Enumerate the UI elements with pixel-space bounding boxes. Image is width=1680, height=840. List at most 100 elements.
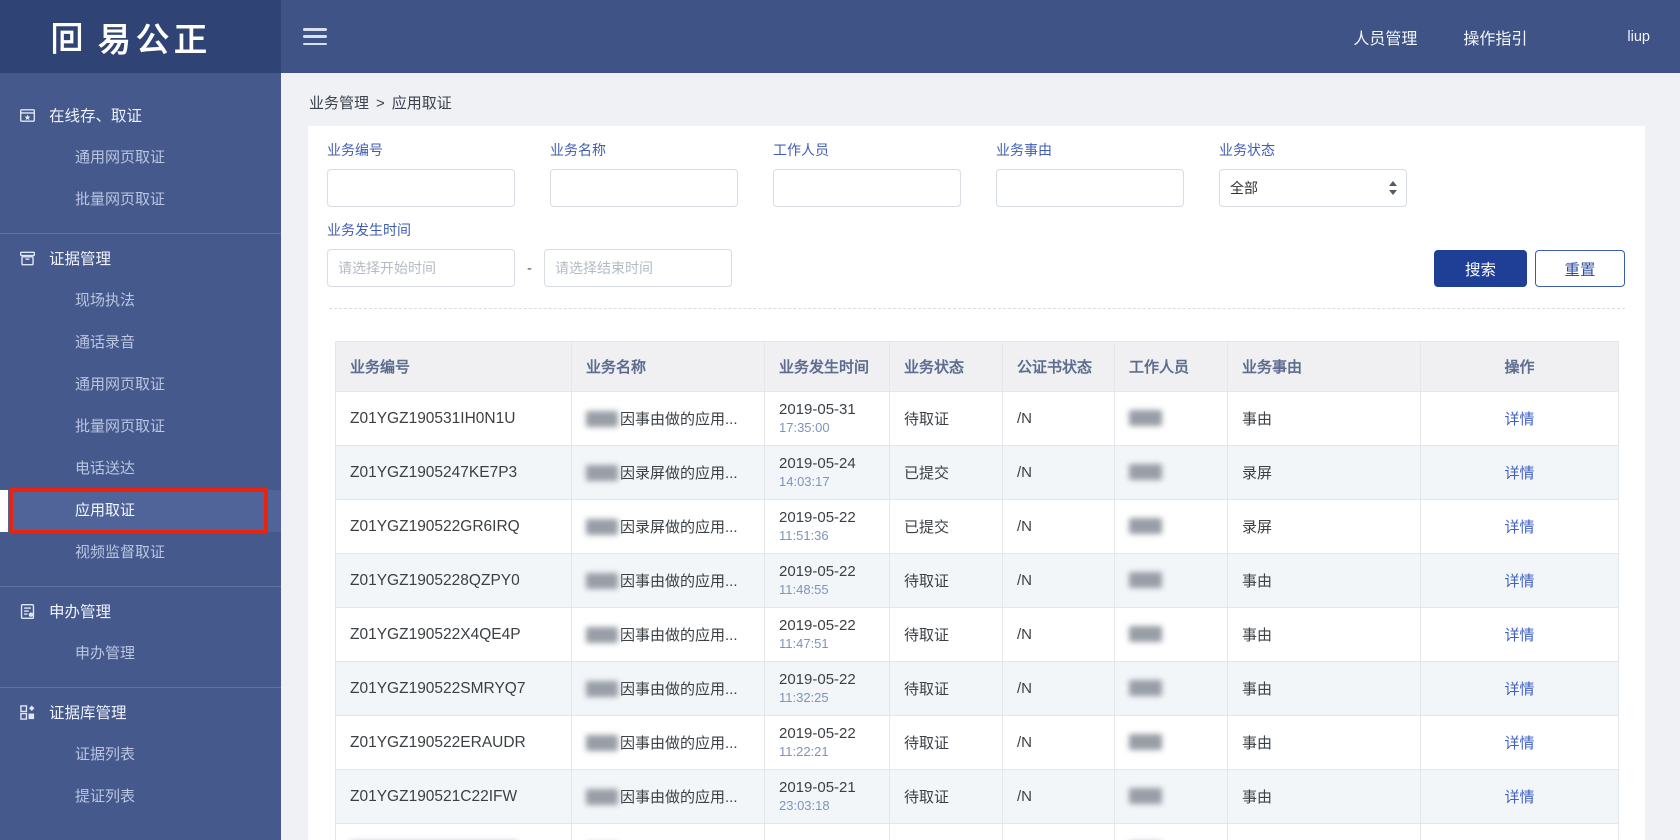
cell-status: 待取证: [889, 553, 1003, 608]
cell-actions: 详情: [1420, 661, 1619, 716]
col-status: 业务状态: [889, 341, 1003, 392]
cell-business-name: 因录屏做的应用...: [571, 445, 765, 500]
document-user-icon: [20, 603, 35, 619]
select-stepper-icon: [1389, 181, 1398, 195]
cell-status: 待取证: [889, 661, 1003, 716]
business-name-input[interactable]: [550, 169, 738, 207]
menu-toggle-icon[interactable]: [303, 28, 327, 45]
staff-input[interactable]: [773, 169, 961, 207]
sidebar-item-onsite-enforcement[interactable]: 现场执法: [0, 280, 281, 322]
cell-actions: 详情: [1420, 607, 1619, 662]
sidebar-item-call-recording[interactable]: 通话录音: [0, 322, 281, 364]
sidebar-section-evidence-header[interactable]: 证据管理: [0, 236, 281, 280]
cell-business-id: Z01YGZ1905228QZPY0: [335, 553, 572, 608]
username[interactable]: liup: [1627, 29, 1650, 45]
redacted-name: [586, 627, 618, 643]
sidebar-section-repository-header[interactable]: 证据库管理: [0, 690, 281, 734]
logo: 易公正: [0, 0, 281, 73]
field-label-status: 业务状态: [1219, 142, 1275, 158]
archive-box-icon: [20, 251, 35, 265]
date-end-input[interactable]: [544, 249, 732, 287]
table-row: Z01YGZ190522GR6IRQ 因录屏做的应用... 2019-05-22…: [335, 499, 1619, 554]
redacted-name: [586, 519, 618, 535]
sidebar-section-repository: 证据库管理 证据列表 提证列表: [0, 687, 281, 830]
field-label-business-name: 业务名称: [550, 142, 606, 158]
cell-staff: [1114, 823, 1228, 840]
redacted-staff: [1129, 572, 1162, 588]
sidebar-section-application-header[interactable]: 申办管理: [0, 589, 281, 633]
redacted-staff: [1129, 734, 1162, 750]
cell-business-id: Z01YGZ190522SMRYQ7: [335, 661, 572, 716]
cell-staff: [1114, 715, 1228, 770]
cell-actions: 详情: [1420, 499, 1619, 554]
cell-reason: 事由: [1227, 661, 1421, 716]
reason-input[interactable]: [996, 169, 1184, 207]
sidebar-item-extraction-list[interactable]: 提证列表: [0, 776, 281, 818]
table-row: Z01YGZ190522ERAUDR 因事由做的应用... 2019-05-22…: [335, 715, 1619, 770]
detail-link[interactable]: 详情: [1504, 789, 1534, 806]
col-reason: 业务事由: [1227, 341, 1421, 392]
nav-personnel[interactable]: 人员管理: [1353, 25, 1417, 49]
cell-business-name: 因事由做的应用...: [571, 391, 765, 446]
cell-staff: [1114, 661, 1228, 716]
sidebar-item-video-supervision[interactable]: 视频监督取证: [0, 532, 281, 574]
detail-link[interactable]: 详情: [1504, 735, 1534, 752]
sidebar-section-online-header[interactable]: 在线存、取证: [0, 93, 281, 137]
cell-business-name: 因录屏做的应用...: [571, 499, 765, 554]
cell-actions: 详情: [1420, 769, 1619, 824]
table-row: Z01YGZ1905247KE7P3 因录屏做的应用... 2019-05-24…: [335, 445, 1619, 500]
detail-link[interactable]: 详情: [1504, 519, 1534, 536]
cell-staff: [1114, 445, 1228, 500]
cell-business-name: 因事由做的应用...: [571, 607, 765, 662]
cell-date: 2019-05-31 17:35:00: [764, 391, 890, 446]
redacted-staff: [1129, 626, 1162, 642]
cell-status: 待取证: [889, 769, 1003, 824]
reset-button[interactable]: 重置: [1535, 250, 1625, 287]
cell-business-id: Z01YGZ190521C22IFW: [335, 769, 572, 824]
redacted-name: [586, 573, 618, 589]
results-table: 业务编号 业务名称 业务发生时间 业务状态 公证书状态 工作人员 业务事由 操作: [335, 341, 1619, 840]
app-window: 易公正 人员管理 操作指引 liup 在线存、取证 通用网页取证 批量网页取证: [0, 0, 1680, 840]
red-annotation-box: [9, 488, 268, 534]
detail-link[interactable]: 详情: [1504, 573, 1534, 590]
detail-link[interactable]: 详情: [1504, 465, 1534, 482]
cell-cert-status: /N: [1002, 607, 1115, 662]
topbar: 易公正 人员管理 操作指引 liup: [0, 0, 1680, 73]
search-button[interactable]: 搜索: [1434, 250, 1527, 287]
breadcrumb-section[interactable]: 业务管理: [309, 95, 369, 112]
business-id-input[interactable]: [327, 169, 515, 207]
date-start-input[interactable]: [327, 249, 515, 287]
sidebar-section-label: 在线存、取证: [49, 108, 143, 125]
redacted-name: [586, 465, 618, 481]
status-select[interactable]: 全部: [1219, 169, 1407, 207]
sidebar-item-general-web[interactable]: 通用网页取证: [0, 137, 281, 179]
cell-actions: 详情: [1420, 715, 1619, 770]
detail-link[interactable]: 详情: [1504, 627, 1534, 644]
sidebar-item-batch-web-evidence[interactable]: 批量网页取证: [0, 406, 281, 448]
cell-reason: 事由: [1227, 391, 1421, 446]
detail-link[interactable]: 详情: [1504, 411, 1534, 428]
table-row: Z01YGZ190531IH0N1U 因事由做的应用... 2019-05-31…: [335, 391, 1619, 446]
logo-text: 易公正: [98, 20, 212, 58]
cell-staff: [1114, 499, 1228, 554]
sidebar-item-phone-delivery[interactable]: 电话送达: [0, 448, 281, 490]
table-header-row: 业务编号 业务名称 业务发生时间 业务状态 公证书状态 工作人员 业务事由 操作: [335, 341, 1619, 392]
sidebar-item-application-mgmt[interactable]: 申办管理: [0, 633, 281, 675]
field-label-staff: 工作人员: [773, 142, 829, 158]
cell-reason: 事由: [1227, 715, 1421, 770]
sidebar-section-evidence: 证据管理 现场执法 通话录音 通用网页取证 批量网页取证 电话送达 应用取证 视…: [0, 233, 281, 586]
breadcrumb-separator: >: [376, 95, 385, 112]
sidebar-item-evidence-list[interactable]: 证据列表: [0, 734, 281, 776]
sidebar-item-batch-web[interactable]: 批量网页取证: [0, 179, 281, 221]
sidebar-item-app-evidence-active[interactable]: 应用取证: [0, 488, 281, 534]
cell-business-name: 因事由做的应用...: [571, 553, 765, 608]
cell-reason: 录屏: [1227, 445, 1421, 500]
detail-link[interactable]: 详情: [1504, 681, 1534, 698]
sidebar-section-label: 证据库管理: [49, 705, 127, 722]
cell-cert-status: /N: [1002, 391, 1115, 446]
cell-status: 待取证: [889, 607, 1003, 662]
cell-staff: [1114, 607, 1228, 662]
cell-business-id: Z01YGZ190531IH0N1U: [335, 391, 572, 446]
nav-guide[interactable]: 操作指引: [1463, 25, 1527, 49]
sidebar-item-general-web-evidence[interactable]: 通用网页取证: [0, 364, 281, 406]
